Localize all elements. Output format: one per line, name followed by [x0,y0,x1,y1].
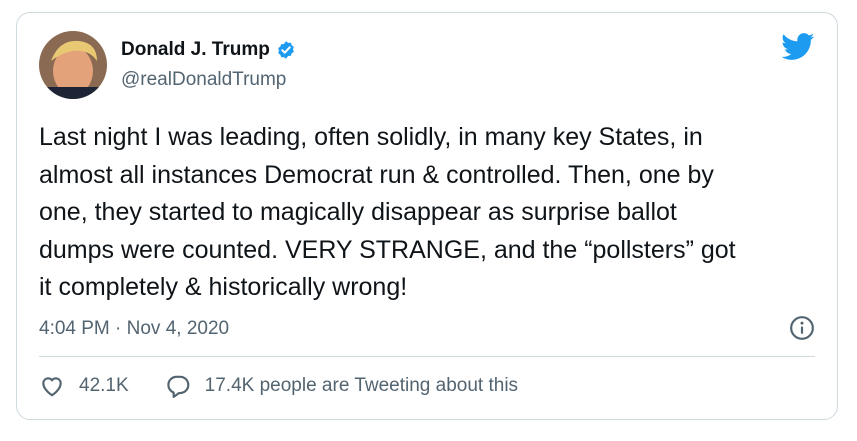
author-name[interactable]: Donald J. Trump [121,39,270,61]
verified-badge-icon [278,41,294,59]
tweet-card[interactable]: Donald J. Trump @realDonaldTrump Last ni… [16,12,838,420]
like-count: 42.1K [79,375,129,396]
divider [39,356,815,357]
conversation-button[interactable]: 17.4K people are Tweeting about this [165,373,518,399]
tweet-text: Last night I was leading, often solidly,… [39,123,736,302]
conversation-text: 17.4K people are Tweeting about this [204,375,519,396]
reply-icon [167,375,189,398]
info-icon[interactable] [789,315,815,341]
tweet-actions: 42.1K 17.4K people are Tweeting about th… [39,373,554,399]
twitter-bird-icon[interactable] [781,33,815,61]
tweet-timestamp[interactable]: 4:04 PM · Nov 4, 2020 [39,318,229,340]
avatar[interactable] [39,31,107,99]
heart-icon [42,377,62,397]
like-button[interactable]: 42.1K [39,373,129,399]
author-name-row[interactable]: Donald J. Trump [121,39,296,61]
author-handle[interactable]: @realDonaldTrump [121,69,286,91]
